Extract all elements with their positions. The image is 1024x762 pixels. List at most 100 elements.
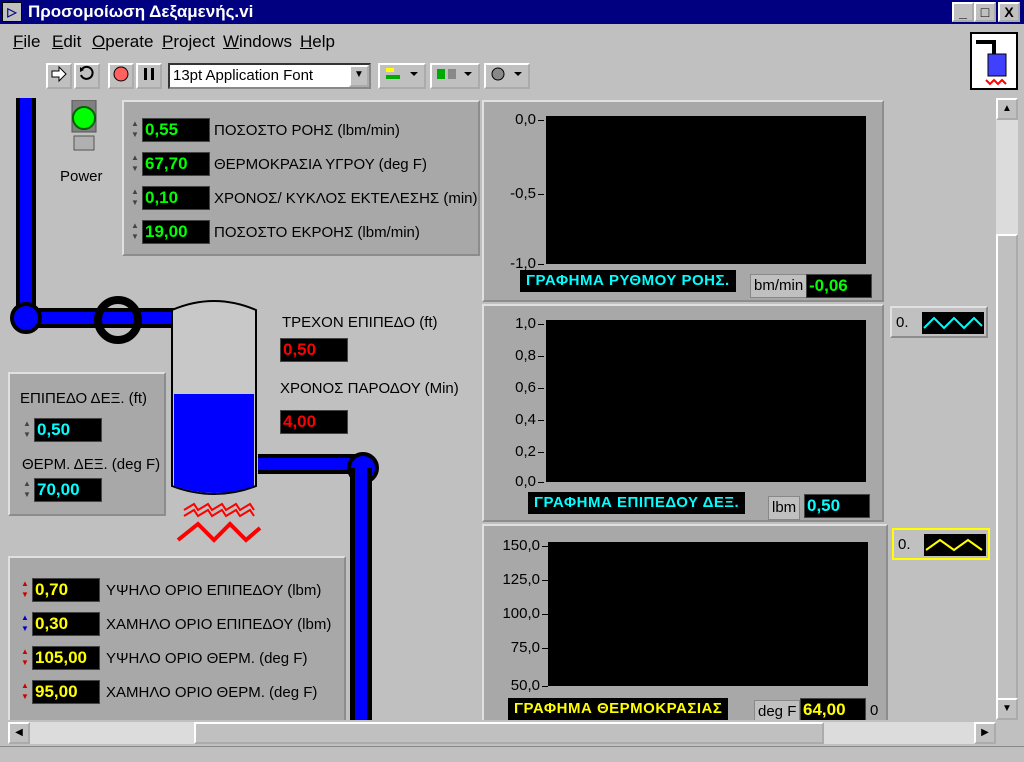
tank-level-plot-area[interactable] [546, 320, 866, 482]
elapsed-time-indicator: 4,00 [280, 410, 348, 434]
minimize-button[interactable]: _ [952, 2, 974, 22]
run-continuously-button[interactable] [74, 63, 100, 89]
flow-rate-plot-area[interactable] [546, 116, 866, 264]
level-legend-swatch [922, 312, 984, 334]
fluid-temp-spinner[interactable]: ▲ ▼ [130, 152, 140, 176]
scroll-left-icon[interactable]: ◀ [8, 722, 30, 744]
flow-rate-label: ΠΟΣΟΣΤΟ ΡΟΗΣ (lbm/min) [214, 122, 400, 139]
temperature-unit: deg F [754, 700, 801, 720]
high-temp-limit-label: ΥΨΗΛΟ ΟΡΙΟ ΘΕΡΜ. (deg F) [106, 650, 308, 667]
level-legend-value: 0. [896, 314, 909, 331]
low-level-limit-input[interactable]: 0,30 [32, 612, 100, 636]
distribute-icon [437, 69, 472, 79]
pause-button[interactable] [136, 63, 162, 89]
power-label: Power [60, 168, 103, 185]
chart2-ytick: 0,6 [486, 380, 544, 396]
temperature-extra-value: 0 [870, 702, 879, 719]
high-temp-limit-input[interactable]: 105,00 [32, 646, 100, 670]
flow-rate-chart: 0,0 -0,5 -1,0 ΓΡΑΦΗΜΑ ΡΥΘΜΟΥ ΡΟΗΣ. bm/mi… [482, 100, 884, 302]
flow-rate-chart-value: -0,06 [806, 274, 872, 298]
temperature-chart-value: 64,00 [800, 698, 866, 720]
temperature-chart: 150,0 125,0 100,0 75,0 50,0 ΓΡΑΦΗΜΑ ΘΕΡΜ… [482, 524, 888, 720]
font-select-value: 13pt Application Font [173, 67, 314, 84]
low-temp-spinner[interactable]: ▲ ▼ [20, 680, 30, 704]
current-level-label: ΤΡΕΧΟΝ ΕΠΙΠΕΔΟ (ft) [282, 314, 438, 331]
abort-button[interactable] [108, 63, 134, 89]
vertical-scrollbar[interactable]: ▲ ▼ [996, 98, 1018, 720]
distribute-objects-button[interactable] [430, 63, 480, 89]
menu-bar: File Edit Operate Project Windows Help [0, 28, 970, 56]
fluid-temp-input[interactable]: 67,70 [142, 152, 210, 176]
pause-icon [144, 68, 154, 80]
low-level-limit-label: ΧΑΜΗΛΟ ΟΡΙΟ ΕΠΙΠΕΔΟΥ (lbm) [106, 616, 332, 633]
temperature-legend-value: 0. [898, 536, 911, 553]
reorder-button[interactable] [484, 63, 530, 89]
tank-level-spinner[interactable]: ▲ ▼ [22, 418, 32, 442]
title-bar: ▷ Προσομοίωση Δεξαμενής.vi _ □ X [0, 0, 1024, 24]
scroll-down-icon[interactable]: ▼ [996, 698, 1018, 720]
chart2-ytick: 1,0 [486, 316, 544, 332]
horizontal-scroll-thumb[interactable] [194, 722, 824, 744]
high-level-spinner[interactable]: ▲ ▼ [20, 578, 30, 602]
outflow-rate-label: ΠΟΣΟΣΤΟ ΕΚΡΟΗΣ (lbm/min) [214, 224, 420, 241]
menu-edit[interactable]: Edit [52, 32, 81, 52]
tank-level-chart: 1,0 0,8 0,6 0,4 0,2 0,0 ΓΡΑΦΗΜΑ ΕΠΙΠΕΔΟΥ… [482, 304, 884, 522]
high-level-limit-input[interactable]: 0,70 [32, 578, 100, 602]
horizontal-scrollbar[interactable]: ◀ ▶ [8, 722, 996, 744]
run-button[interactable] [46, 63, 72, 89]
low-level-spinner[interactable]: ▲ ▼ [20, 612, 30, 636]
stop-icon [113, 66, 129, 82]
chart3-ytick: 100,0 [490, 606, 548, 622]
power-switch[interactable] [70, 99, 98, 154]
chart2-ytick: 0,0 [486, 474, 544, 490]
vertical-scroll-thumb[interactable] [996, 234, 1018, 700]
high-level-limit-label: ΥΨΗΛΟ ΟΡΙΟ ΕΠΙΠΕΔΟΥ (lbm) [106, 582, 322, 599]
wave-icon [925, 538, 983, 552]
maximize-button[interactable]: □ [974, 2, 996, 22]
flow-rate-spinner[interactable]: ▲ ▼ [130, 118, 140, 142]
status-bar [0, 746, 1024, 762]
tank-vi-icon [976, 40, 1007, 86]
tank-temp-input[interactable]: 70,00 [34, 478, 102, 502]
low-temp-limit-label: ΧΑΜΗΛΟ ΟΡΙΟ ΘΕΡΜ. (deg F) [106, 684, 318, 701]
outflow-rate-input[interactable]: 19,00 [142, 220, 210, 244]
cycle-time-input[interactable]: 0,10 [142, 186, 210, 210]
temperature-legend-swatch [924, 534, 986, 556]
menu-file[interactable]: File [13, 32, 40, 52]
tank-temp-label: ΘΕΡΜ. ΔΕΞ. (deg F) [22, 456, 161, 473]
scroll-right-icon[interactable]: ▶ [974, 722, 996, 744]
tank-temp-spinner[interactable]: ▲ ▼ [22, 478, 32, 502]
tank-level-input[interactable]: 0,50 [34, 418, 102, 442]
flow-rate-chart-title: ΓΡΑΦΗΜΑ ΡΥΘΜΟΥ ΡΟΗΣ. [520, 270, 736, 292]
vi-icon[interactable] [970, 32, 1018, 90]
chart2-ytick: 0,2 [486, 444, 544, 460]
chart2-ytick: 0,4 [486, 412, 544, 428]
chart3-ytick: 125,0 [490, 572, 548, 588]
cycle-time-spinner[interactable]: ▲ ▼ [130, 186, 140, 210]
front-panel: Power ▲ ▼ 0,55 ΠΟΣΟΣΤΟ ΡΟΗΣ (lbm/min) ▲ ▼ … [8, 98, 994, 720]
outflow-rate-spinner[interactable]: ▲ ▼ [130, 220, 140, 244]
cycle-time-label: ΧΡΟΝΟΣ/ ΚΥΚΛΟΣ ΕΚΤΕΛΕΣΗΣ (min) [214, 190, 478, 207]
menu-help[interactable]: Help [300, 32, 335, 52]
menu-project[interactable]: Project [162, 32, 215, 52]
low-temp-limit-input[interactable]: 95,00 [32, 680, 100, 704]
font-select[interactable]: 13pt Application Font ▼ [168, 63, 371, 89]
limits-panel: ▲ ▼ 0,70 ΥΨΗΛΟ ΟΡΙΟ ΕΠΙΠΕΔΟΥ (lbm) ▲ ▼ 0,3… [8, 556, 346, 720]
wave-icon [923, 316, 983, 330]
menu-operate[interactable]: Operate [92, 32, 153, 52]
close-button[interactable]: X [998, 2, 1020, 22]
temperature-plot-area[interactable] [548, 542, 868, 686]
align-icon [386, 68, 418, 79]
level-plot-legend[interactable]: 0. [890, 306, 988, 338]
align-objects-button[interactable] [378, 63, 426, 89]
chart1-ytick: -0,5 [486, 186, 544, 202]
high-temp-spinner[interactable]: ▲ ▼ [20, 646, 30, 670]
tank-level-chart-value: 0,50 [804, 494, 870, 518]
app-icon[interactable]: ▷ [2, 2, 22, 22]
menu-windows[interactable]: Windows [223, 32, 292, 52]
scroll-up-icon[interactable]: ▲ [996, 98, 1018, 120]
chevron-down-icon[interactable]: ▼ [349, 65, 369, 87]
chart3-ytick: 75,0 [490, 640, 548, 656]
temperature-plot-legend[interactable]: 0. [892, 528, 990, 560]
flow-rate-input[interactable]: 0,55 [142, 118, 210, 142]
